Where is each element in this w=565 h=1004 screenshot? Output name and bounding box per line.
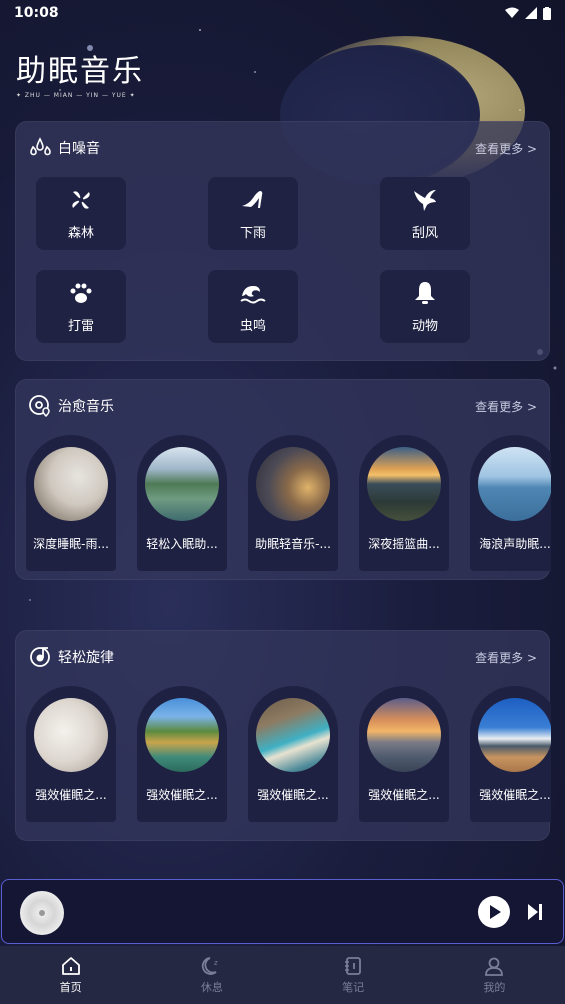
status-bar: 10:08 [0,0,565,26]
track-title: 深夜摇篮曲... [368,537,440,551]
track-cover [256,447,330,521]
noise-tile-thunder[interactable]: 打雷 [36,270,126,343]
track-title: 深度睡眠-雨... [33,537,109,551]
wave-icon [240,286,266,304]
track-title: 强效催眠之... [257,788,329,802]
play-button[interactable] [478,896,510,928]
track-cover [145,698,219,772]
noise-label: 动物 [411,319,438,334]
noise-label: 刮风 [411,226,438,241]
noise-tile-animals[interactable]: 动物 [380,270,470,343]
relax-track-card[interactable]: 强效催眠之... [26,686,116,822]
noise-label: 虫鸣 [239,319,266,334]
noise-label: 打雷 [67,319,94,334]
paw-icon [70,283,92,303]
track-cover [145,447,219,521]
tab-label: 休息 [200,981,223,994]
moon-icon: z [201,957,218,975]
healing-track-card[interactable]: 轻松入眠助... [137,435,227,571]
track-cover [256,698,330,772]
tab-label: 笔记 [342,981,365,994]
track-title: 强效催眠之... [35,788,107,802]
bell-icon [415,282,435,304]
tab-notes[interactable]: 笔记 [283,946,424,1004]
bottom-tab-bar: 首页 z 休息 笔记 我的 [0,946,565,1004]
high-heel-icon [242,191,263,208]
noise-label: 下雨 [239,226,266,241]
track-cover [34,698,108,772]
tab-label: 我的 [483,981,506,994]
relax-track-card[interactable]: 强效催眠之... [248,686,338,822]
tab-label: 首页 [59,981,82,994]
player-disc-icon[interactable] [20,891,64,935]
noise-tile-forest[interactable]: 森林 [36,177,126,250]
track-title: 海浪声助眠... [479,537,551,551]
healing-more-link[interactable]: 查看更多 > [475,398,537,415]
relax-more-link[interactable]: 查看更多 > [475,649,537,666]
app-subtitle: ✦ ZHU — MIAN — YIN — YUE ✦ [16,92,136,99]
mini-player[interactable] [1,879,564,944]
app-title: 助眠音乐 [16,54,144,89]
healing-track-card[interactable]: 深度睡眠-雨... [26,435,116,571]
track-title: 强效催眠之... [146,788,218,802]
home-icon [61,957,80,975]
track-cover [34,447,108,521]
noise-tile-insects[interactable]: 虫鸣 [208,270,298,343]
app-header: 助眠音乐 ✦ ZHU — MIAN — YIN — YUE ✦ [16,46,144,99]
track-cover [367,698,441,772]
noise-tile-rain[interactable]: 下雨 [208,177,298,250]
tab-rest[interactable]: z 休息 [141,946,282,1004]
water-drops-icon [30,137,51,156]
relax-melody-card: 轻松旋律 查看更多 > 强效催眠之... 强效催眠之... 强效催眠之... 强… [15,630,551,841]
relax-track-card[interactable]: 强效催眠之... [359,686,449,822]
white-noise-more-link[interactable]: 查看更多 > [475,140,537,157]
status-time: 10:08 [14,5,59,21]
relax-track-card[interactable]: 强效催眠之... [137,686,227,822]
disc-location-icon [29,395,50,418]
next-track-icon[interactable] [526,902,544,922]
track-cover [478,698,551,772]
play-icon [490,905,501,919]
track-title: 轻松入眠助... [146,537,218,551]
healing-music-card: 治愈音乐 查看更多 > 深度睡眠-雨... 轻松入眠助... 助眠轻音乐-...… [15,379,551,580]
white-noise-title: 白噪音 [58,141,100,157]
battery-icon [543,6,551,20]
music-disc-icon [30,647,50,667]
track-title: 强效催眠之... [368,788,440,802]
tab-home[interactable]: 首页 [0,946,141,1004]
svg-text:z: z [214,959,218,967]
healing-track-card[interactable]: 深夜摇篮曲... [359,435,449,571]
signal-icon [505,7,519,18]
relax-title: 轻松旋律 [58,650,114,666]
user-icon [485,957,504,976]
relax-track-card[interactable]: 强效催眠之... [470,686,551,822]
track-cover [367,447,441,521]
healing-track-card[interactable]: 海浪声助眠... [470,435,551,571]
healing-track-card[interactable]: 助眠轻音乐-... [248,435,338,571]
bird-icon [414,190,436,211]
healing-title: 治愈音乐 [58,399,114,415]
fan-icon [72,191,90,209]
noise-tile-wind[interactable]: 刮风 [380,177,470,250]
noise-label: 森林 [67,226,94,241]
white-noise-card: 白噪音 查看更多 > 森林 下雨 刮风 打雷 虫鸣 动物 [15,121,550,361]
tab-profile[interactable]: 我的 [424,946,565,1004]
track-title: 强效催眠之... [479,788,551,802]
track-cover [478,447,551,521]
track-title: 助眠轻音乐-... [255,537,331,551]
notebook-icon [345,957,362,975]
cellular-icon [525,7,537,19]
